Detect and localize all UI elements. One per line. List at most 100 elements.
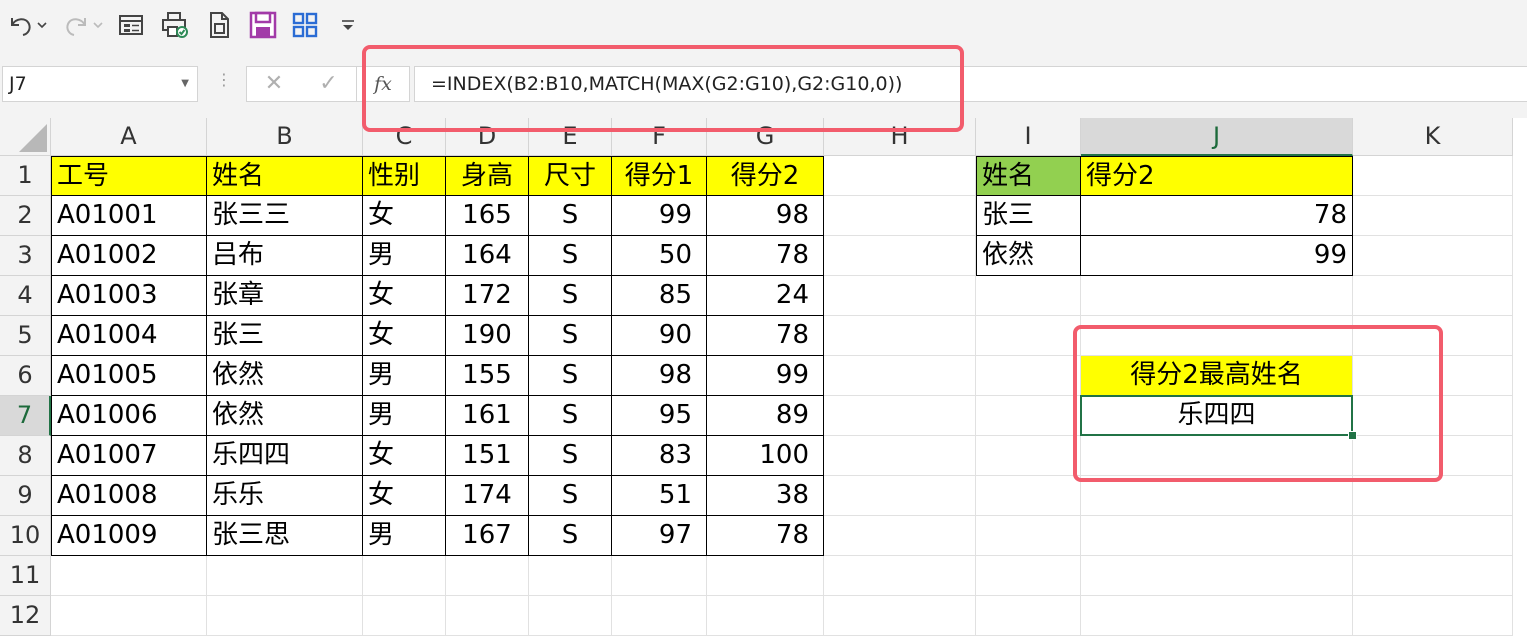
- table-cell[interactable]: 女: [363, 196, 446, 236]
- table-cell[interactable]: 78: [707, 516, 824, 556]
- cell-k4[interactable]: [1353, 276, 1513, 316]
- cell-b11[interactable]: [207, 556, 363, 596]
- cell-i6[interactable]: [976, 356, 1081, 396]
- column-header-h[interactable]: H: [824, 118, 976, 156]
- cell-g11[interactable]: [707, 556, 824, 596]
- chevron-down-icon[interactable]: ▼: [181, 67, 189, 101]
- table-cell[interactable]: 38: [707, 476, 824, 516]
- table-cell[interactable]: A01004: [51, 316, 207, 356]
- cell-h9[interactable]: [824, 476, 976, 516]
- cell-d11[interactable]: [446, 556, 529, 596]
- table-cell[interactable]: S: [529, 316, 612, 356]
- table-cell[interactable]: 151: [446, 436, 529, 476]
- table-cell[interactable]: S: [529, 236, 612, 276]
- table-cell[interactable]: 依然: [207, 396, 363, 436]
- table-cell[interactable]: 155: [446, 356, 529, 396]
- cell-k7[interactable]: [1353, 396, 1513, 436]
- cell-i4[interactable]: [976, 276, 1081, 316]
- table-cell[interactable]: 男: [363, 516, 446, 556]
- table-cell[interactable]: A01007: [51, 436, 207, 476]
- select-all-button[interactable]: [0, 118, 51, 156]
- table-cell[interactable]: 95: [612, 396, 707, 436]
- column-header-c[interactable]: C: [363, 118, 446, 156]
- table-cell[interactable]: 172: [446, 276, 529, 316]
- column-header-d[interactable]: D: [446, 118, 529, 156]
- save-icon[interactable]: [248, 10, 278, 40]
- cell-k1[interactable]: [1353, 156, 1513, 196]
- table-cell[interactable]: 男: [363, 236, 446, 276]
- table-cell[interactable]: 50: [612, 236, 707, 276]
- print-preview-icon[interactable]: [160, 10, 190, 40]
- cell-j4[interactable]: [1081, 276, 1353, 316]
- column-header-g[interactable]: G: [707, 118, 824, 156]
- cell-j5[interactable]: [1081, 316, 1353, 356]
- cell-h5[interactable]: [824, 316, 976, 356]
- table-cell[interactable]: A01001: [51, 196, 207, 236]
- table-cell[interactable]: 女: [363, 476, 446, 516]
- row-header-5[interactable]: 5: [0, 316, 51, 356]
- table-cell[interactable]: 张章: [207, 276, 363, 316]
- table-cell[interactable]: S: [529, 516, 612, 556]
- table-cell[interactable]: 女: [363, 436, 446, 476]
- column-header-b[interactable]: B: [207, 118, 363, 156]
- table-cell[interactable]: 乐乐: [207, 476, 363, 516]
- cell-h11[interactable]: [824, 556, 976, 596]
- table-cell[interactable]: 吕布: [207, 236, 363, 276]
- cell-i9[interactable]: [976, 476, 1081, 516]
- cell-h1[interactable]: [824, 156, 976, 196]
- cell-j9[interactable]: [1081, 476, 1353, 516]
- table-cell[interactable]: 165: [446, 196, 529, 236]
- cell-k8[interactable]: [1353, 436, 1513, 476]
- table-cell[interactable]: 164: [446, 236, 529, 276]
- column-header-j[interactable]: J: [1081, 118, 1353, 156]
- table-header-cell[interactable]: 身高: [446, 156, 529, 196]
- lookup-cell[interactable]: 张三: [976, 196, 1081, 236]
- cell-g12[interactable]: [707, 596, 824, 636]
- formula-input[interactable]: =INDEX(B2:B10,MATCH(MAX(G2:G10),G2:G10,0…: [414, 66, 1527, 102]
- cell-k2[interactable]: [1353, 196, 1513, 236]
- row-header-10[interactable]: 10: [0, 516, 51, 556]
- result-label-cell[interactable]: 得分2最高姓名: [1081, 356, 1353, 396]
- table-cell[interactable]: 78: [707, 316, 824, 356]
- result-value-cell[interactable]: 乐四四: [1081, 396, 1353, 436]
- insert-function-button[interactable]: fx: [356, 66, 410, 102]
- table-cell[interactable]: 85: [612, 276, 707, 316]
- table-cell[interactable]: 51: [612, 476, 707, 516]
- table-cell[interactable]: 97: [612, 516, 707, 556]
- table-cell[interactable]: 张三: [207, 316, 363, 356]
- table-cell[interactable]: 女: [363, 276, 446, 316]
- row-header-3[interactable]: 3: [0, 236, 51, 276]
- cell-i12[interactable]: [976, 596, 1081, 636]
- row-header-9[interactable]: 9: [0, 476, 51, 516]
- column-header-f[interactable]: F: [612, 118, 707, 156]
- cell-h4[interactable]: [824, 276, 976, 316]
- table-cell[interactable]: A01005: [51, 356, 207, 396]
- cell-i5[interactable]: [976, 316, 1081, 356]
- table-cell[interactable]: 99: [707, 356, 824, 396]
- row-header-8[interactable]: 8: [0, 436, 51, 476]
- column-header-i[interactable]: I: [976, 118, 1081, 156]
- cell-h8[interactable]: [824, 436, 976, 476]
- cell-i11[interactable]: [976, 556, 1081, 596]
- table-cell[interactable]: 90: [612, 316, 707, 356]
- table-header-cell[interactable]: 得分1: [612, 156, 707, 196]
- table-cell[interactable]: 张三思: [207, 516, 363, 556]
- cell-h3[interactable]: [824, 236, 976, 276]
- row-header-6[interactable]: 6: [0, 356, 51, 396]
- table-header-cell[interactable]: 尺寸: [529, 156, 612, 196]
- cell-k11[interactable]: [1353, 556, 1513, 596]
- cell-i7[interactable]: [976, 396, 1081, 436]
- table-cell[interactable]: 女: [363, 316, 446, 356]
- table-cell[interactable]: 男: [363, 396, 446, 436]
- cell-k9[interactable]: [1353, 476, 1513, 516]
- table-cell[interactable]: S: [529, 476, 612, 516]
- redo-icon[interactable]: [60, 10, 106, 40]
- table-cell[interactable]: 男: [363, 356, 446, 396]
- table-cell[interactable]: 98: [612, 356, 707, 396]
- name-box[interactable]: J7 ▼: [2, 66, 198, 102]
- cell-c11[interactable]: [363, 556, 446, 596]
- table-header-cell[interactable]: 姓名: [207, 156, 363, 196]
- undo-icon[interactable]: [4, 10, 50, 40]
- table-cell[interactable]: 190: [446, 316, 529, 356]
- table-cell[interactable]: S: [529, 196, 612, 236]
